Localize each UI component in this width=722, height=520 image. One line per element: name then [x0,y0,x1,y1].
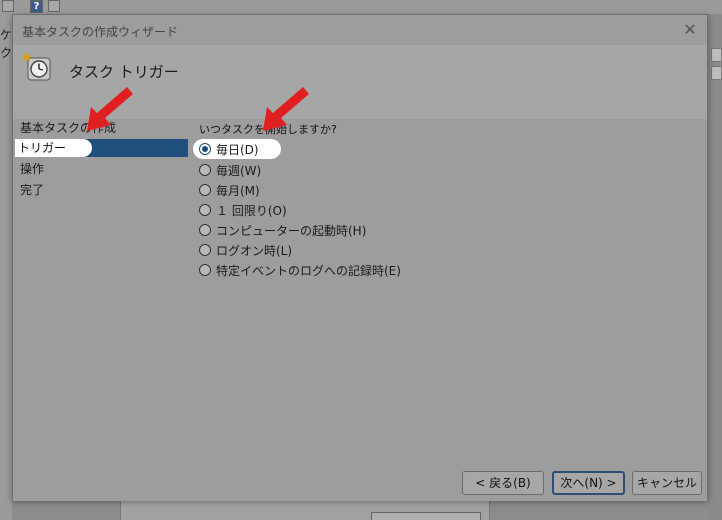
radio-button[interactable] [199,264,211,276]
trigger-question: いつタスクを開始しますか? [199,123,337,136]
radio-weekly[interactable]: 毎週(W) [199,161,261,179]
background-toolbar [0,0,722,14]
window-title: 基本タスクの作成ウィザード [22,25,179,39]
background-text: ケ [0,28,13,42]
radio-label: 特定イベントのログへの記録時(E) [216,263,401,278]
radio-button[interactable] [199,204,211,216]
radio-one-time[interactable]: １ 回限り(O) [199,201,287,219]
radio-logon[interactable]: ログオン時(L) [199,241,292,259]
close-button[interactable]: ✕ [679,19,701,41]
radio-label: 毎週(W) [216,163,262,178]
radio-specific-event[interactable]: 特定イベントのログへの記録時(E) [199,261,401,279]
step-label: 完了 [20,183,45,197]
task-clock-icon [22,52,51,81]
cancel-button[interactable]: キャンセル [632,471,702,495]
help-icon[interactable]: ? [30,0,43,13]
step-trigger[interactable]: トリガー [15,139,188,157]
radio-label: 毎月(M) [216,183,260,198]
background-button[interactable] [371,512,481,520]
radio-button[interactable] [199,244,211,256]
step-label: 操作 [20,162,45,176]
radio-label: ログオン時(L) [216,243,293,258]
background-window-right [708,14,722,520]
step-create-basic-task[interactable]: 基本タスクの作成 [17,119,116,137]
background-scroll-chip[interactable] [711,48,722,62]
page-title: タスク トリガー [69,63,179,81]
step-action[interactable]: 操作 [17,160,44,178]
wizard-header: タスク トリガー [13,45,707,119]
background-text: ク [0,46,13,60]
next-button[interactable]: 次へ(N) > [552,471,625,495]
step-label: 基本タスクの作成 [20,121,117,135]
radio-button[interactable] [199,184,211,196]
radio-monthly[interactable]: 毎月(M) [199,181,260,199]
toolbar-icon[interactable] [2,0,14,12]
back-button[interactable]: < 戻る(B) [462,471,544,495]
step-finish[interactable]: 完了 [17,181,44,199]
radio-label: １ 回限り(O) [216,203,287,218]
radio-label: 毎日(D) [216,142,259,157]
create-basic-task-wizard: 基本タスクの作成ウィザード ✕ タスク トリガー 基本タスクの作成 トリガー 操… [12,14,708,501]
radio-button[interactable] [199,143,211,155]
radio-computer-startup[interactable]: コンピューターの起動時(H) [199,221,366,239]
radio-daily[interactable]: 毎日(D) [193,139,281,159]
title-bar: 基本タスクの作成ウィザード ✕ [13,15,707,45]
toolbar-icon[interactable] [48,0,60,12]
background-window-left [0,14,12,520]
radio-button[interactable] [199,164,211,176]
radio-label: コンピューターの起動時(H) [216,223,367,238]
radio-button[interactable] [199,224,211,236]
wizard-body: 基本タスクの作成 トリガー 操作 完了 いつタスクを開始しますか? 毎日(D) … [13,119,707,501]
background-scroll-chip[interactable] [711,66,722,80]
step-label: トリガー [15,139,93,157]
background-window-bottom [120,498,490,520]
